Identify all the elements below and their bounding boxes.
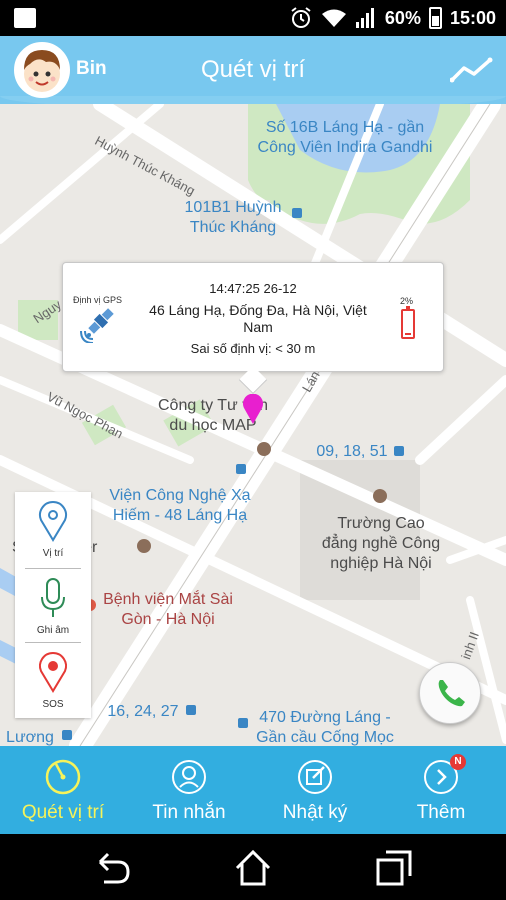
system-nav-bar	[0, 834, 506, 900]
battery-icon	[428, 7, 442, 29]
map-place-label: Số 16B Láng Hạ - gần Công Viên Indira Ga…	[257, 119, 433, 156]
tab-more[interactable]: N Thêm	[378, 746, 504, 834]
tab-diary[interactable]: Nhật ký	[252, 746, 378, 834]
recent-apps-icon[interactable]	[374, 848, 414, 888]
notification-square-icon	[14, 8, 36, 28]
popup-address: 46 Láng Hạ, Đống Đa, Hà Nội, Việt Nam	[149, 302, 367, 335]
sos-label: SOS	[42, 699, 64, 710]
home-icon[interactable]	[233, 848, 273, 888]
map-place-label: Lương	[6, 729, 54, 746]
record-button[interactable]: Ghi âm	[15, 569, 91, 644]
locate-label: Vị trí	[42, 548, 64, 559]
gps-label: Định vị GPS	[73, 295, 123, 305]
sos-button[interactable]: SOS	[15, 643, 91, 718]
status-bar: 60% 15:00	[0, 0, 506, 36]
scan-location-icon	[45, 759, 81, 795]
signal-icon	[355, 8, 374, 28]
map-place-label: Viện Công Nghệ Xạ Hiếm - 48 Láng Hạ	[109, 487, 251, 524]
map-place-label: 09, 18, 51	[316, 443, 388, 460]
tab-scan-location[interactable]: Quét vị trí	[0, 746, 126, 834]
call-button[interactable]	[419, 662, 481, 724]
popup-accuracy: Sai số định vị: < 30 m	[190, 341, 316, 356]
tab-label: Tin nhắn	[152, 802, 226, 823]
locate-button[interactable]: Vị trí	[15, 492, 91, 567]
record-label: Ghi âm	[36, 625, 70, 636]
diary-icon	[298, 760, 332, 794]
map-marker-icon	[39, 501, 67, 542]
app-header: Bin Quét vị trí	[0, 36, 506, 110]
microphone-icon	[41, 578, 65, 617]
sos-marker-icon	[39, 652, 67, 693]
tab-label: Nhật ký	[282, 802, 348, 823]
map-place-label: 101B1 Huỳnh Thúc Kháng	[184, 199, 282, 236]
message-icon	[172, 760, 206, 794]
location-pin-icon[interactable]	[241, 394, 265, 424]
notification-badge: N	[450, 754, 466, 770]
map-place-label: 16, 24, 27	[107, 703, 179, 720]
action-panel: Vị trí Ghi âm SOS	[15, 492, 91, 718]
device-battery-percent: 2%	[399, 296, 413, 306]
battery-percent: 60%	[384, 7, 421, 28]
clock: 15:00	[449, 7, 496, 28]
gps-satellite-icon	[80, 308, 114, 343]
tab-messages[interactable]: Tin nhắn	[126, 746, 252, 834]
map-place-label: Trường Cao đẳng nghề Công nghiệp Hà Nội	[321, 515, 441, 572]
back-icon[interactable]	[92, 848, 132, 888]
popup-time: 14:47:25 26-12	[209, 281, 297, 296]
bottom-nav: Quét vị trí Tin nhắn Nhật ký N Thêm	[0, 746, 506, 834]
map-place-label: 470 Đường Láng - Gần cầu Cống Mọc	[256, 709, 394, 746]
alarm-icon	[291, 7, 311, 28]
tab-label: Quét vị trí	[21, 802, 105, 823]
trend-line-icon[interactable]	[450, 56, 494, 84]
phone-icon	[438, 680, 465, 707]
low-battery-icon	[401, 306, 415, 339]
map-place-label: Bệnh viện Mắt Sài Gòn - Hà Nội	[103, 591, 233, 628]
wifi-icon	[321, 9, 346, 27]
location-popup[interactable]: 14:47:25 26-12 Định vị GPS 46 Láng Hạ, Đ…	[62, 262, 444, 372]
page-title: Quét vị trí	[200, 56, 306, 83]
tab-label: Thêm	[416, 802, 466, 823]
